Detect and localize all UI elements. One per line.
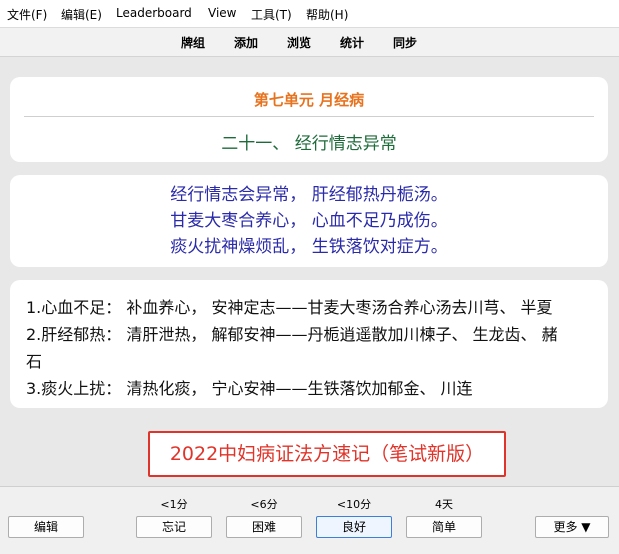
menu-leaderboard[interactable]: Leaderboard	[116, 6, 192, 20]
menu-help[interactable]: 帮助(H)	[306, 6, 348, 23]
notes-line: 2.肝经郁热： 清肝泄热， 解郁安神——丹栀逍遥散加川楝子、 生龙齿、 赭	[26, 325, 558, 344]
mnemonic-poem: 经行情志会异常， 肝经郁热丹栀汤。 甘麦大枣合养心， 心血不足乃成伤。 痰火扰神…	[10, 182, 608, 260]
good-button[interactable]: 良好	[316, 516, 392, 538]
main-toolbar: 牌组 添加 浏览 统计 同步	[0, 28, 619, 57]
notes-line: 1.心血不足： 补血养心， 安神定志——甘麦大枣汤合养心汤去川芎、 半夏	[26, 298, 553, 317]
edit-button[interactable]: 编辑	[8, 516, 84, 538]
title-divider	[24, 116, 594, 117]
again-button[interactable]: 忘记	[136, 516, 212, 538]
toolbar-decks[interactable]: 牌组	[181, 34, 205, 51]
notes-line: 3.痰火上扰： 清热化痰， 宁心安神——生铁落饮加郁金、 川连	[26, 379, 473, 398]
toolbar-sync[interactable]: 同步	[393, 34, 417, 51]
title-card: 第七单元 月经病 二十一、 经行情志异常	[10, 77, 608, 162]
more-button[interactable]: 更多 ▼	[535, 516, 609, 538]
toolbar-browse[interactable]: 浏览	[287, 34, 311, 51]
interval-again: <1分	[160, 498, 188, 511]
interval-hard: <6分	[250, 498, 278, 511]
poem-line: 经行情志会异常， 肝经郁热丹栀汤。	[170, 185, 448, 205]
book-title-label: 2022中妇病证法方速记（笔试新版）	[148, 431, 506, 477]
review-bar: <1分 <6分 <10分 4天 编辑 忘记 困难 良好 简单 更多 ▼	[0, 486, 619, 554]
menu-file[interactable]: 文件(F)	[7, 6, 47, 23]
poem-line: 甘麦大枣合养心， 心血不足乃成伤。	[170, 211, 448, 231]
toolbar-stats[interactable]: 统计	[340, 34, 364, 51]
toolbar-add[interactable]: 添加	[234, 34, 258, 51]
menu-tools[interactable]: 工具(T)	[251, 6, 292, 23]
section-title: 二十一、 经行情志异常	[221, 134, 397, 154]
menu-view[interactable]: View	[208, 6, 236, 20]
interval-easy: 4天	[435, 498, 453, 511]
notes-line: 石	[26, 352, 43, 371]
interval-good: <10分	[336, 498, 372, 511]
card-review-area: 第七单元 月经病 二十一、 经行情志异常 经行情志会异常， 肝经郁热丹栀汤。 甘…	[0, 57, 619, 485]
treatment-notes: 1.心血不足： 补血养心， 安神定志——甘麦大枣汤合养心汤去川芎、 半夏 2.肝…	[26, 294, 596, 402]
menu-bar: 文件(F) 编辑(E) Leaderboard View 工具(T) 帮助(H)	[0, 0, 619, 28]
hard-button[interactable]: 困难	[226, 516, 302, 538]
poem-card: 经行情志会异常， 肝经郁热丹栀汤。 甘麦大枣合养心， 心血不足乃成伤。 痰火扰神…	[10, 175, 608, 267]
poem-line: 痰火扰神燥烦乱， 生铁落饮对症方。	[170, 237, 448, 257]
unit-title: 第七单元 月经病	[253, 91, 365, 109]
menu-edit[interactable]: 编辑(E)	[61, 6, 102, 23]
notes-card: 1.心血不足： 补血养心， 安神定志——甘麦大枣汤合养心汤去川芎、 半夏 2.肝…	[10, 280, 608, 408]
easy-button[interactable]: 简单	[406, 516, 482, 538]
